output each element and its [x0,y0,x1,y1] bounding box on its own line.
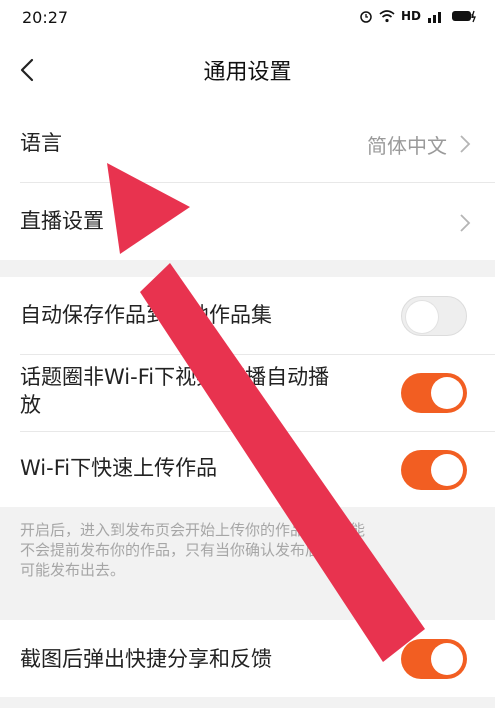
toggle-knob [431,377,463,409]
autosave-row: 自动保存作品到本地作品集 [0,277,495,354]
screenshot-share-toggle[interactable] [401,639,467,679]
toggle-knob [431,454,463,486]
chevron-right-icon [460,214,471,232]
settings-group-screenshot: 截图后弹出快捷分享和反馈 [0,620,495,697]
hd-icon: HD [400,9,421,23]
fast-upload-hint-line2: 不会提前发布你的作品，只有当你确认发布后作品才 [20,541,366,559]
fast-upload-row: Wi-Fi下快速上传作品 [0,432,495,507]
status-icons: HD [359,9,477,23]
status-bar: 20:27 HD [0,0,495,36]
settings-group-upload: 自动保存作品到本地作品集 话题圈非Wi-Fi下视频/直播自动播 放 Wi-Fi下… [0,277,495,507]
screenshot-share-label: 截图后弹出快捷分享和反馈 [20,647,272,671]
language-row[interactable]: 语言 简体中文 [0,104,495,182]
autoplay-toggle[interactable] [401,373,467,413]
top-bar: 通用设置 [0,36,495,104]
live-settings-label: 直播设置 [20,209,104,233]
live-settings-row[interactable]: 直播设置 [0,183,495,260]
language-value: 简体中文 [367,134,447,158]
fast-upload-hint-line1: 开启后，进入到发布页会开始上传你的作品；该功能 [20,521,366,539]
fast-upload-label: Wi-Fi下快速上传作品 [20,456,218,480]
autoplay-label-line1: 话题圈非Wi-Fi下视频/直播自动播 [20,365,330,389]
language-label: 语言 [20,131,62,155]
battery-icon [452,10,476,23]
autosave-toggle[interactable] [401,296,467,336]
status-time: 20:27 [22,8,69,27]
fast-upload-hint: 开启后，进入到发布页会开始上传你的作品；该功能 不会提前发布你的作品，只有当你确… [20,520,470,580]
signal-icon [428,12,441,23]
autosave-label: 自动保存作品到本地作品集 [20,303,272,327]
page-title: 通用设置 [203,60,292,85]
fast-upload-hint-line3: 可能发布出去。 [20,561,126,579]
alarm-icon [360,11,372,23]
chevron-right-icon [460,135,471,153]
toggle-knob [431,643,463,675]
screenshot-share-row: 截图后弹出快捷分享和反馈 [0,620,495,697]
toggle-knob [406,301,438,333]
settings-group-general: 语言 简体中文 直播设置 [0,104,495,260]
autoplay-label-line2: 放 [20,393,41,417]
fast-upload-toggle[interactable] [401,450,467,490]
autoplay-row: 话题圈非Wi-Fi下视频/直播自动播 放 [0,355,495,431]
wifi-icon [379,10,395,23]
